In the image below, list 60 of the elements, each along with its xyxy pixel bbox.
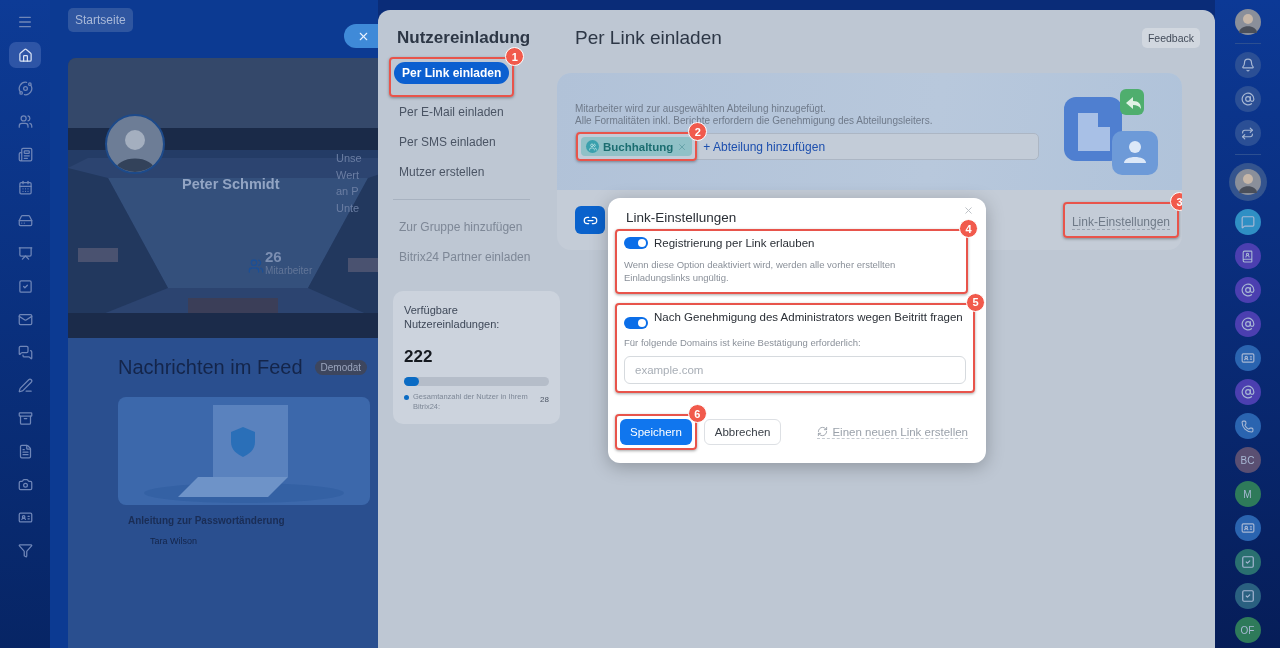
contact-book-icon[interactable] (1234, 243, 1261, 269)
option-label: Nach Genehmigung des Administrators wegen Beitritt fragen (654, 309, 963, 324)
toggle-switch[interactable] (624, 316, 648, 329)
about-text: Wert (336, 167, 361, 183)
profile-name: Peter Schmidt (182, 176, 280, 192)
annotation-badge: 4 (959, 219, 978, 238)
option-label: Registrierung per Link erlauben (654, 236, 815, 251)
quota-title: Verfügbare Nutzereinladungen: (404, 303, 501, 331)
feed-title: Nachrichten im Feed (118, 356, 303, 379)
chat-icon[interactable] (1234, 209, 1261, 235)
group-icon (586, 140, 599, 153)
post-title: Anleitung zur Passwortänderung (128, 515, 286, 526)
about-text: Unte (336, 201, 361, 217)
users-icon (248, 258, 264, 274)
description-text: Mitarbeiter wird zur ausgewählten Abteilung hinzugefügt. (575, 103, 827, 115)
home-icon[interactable] (9, 42, 41, 68)
initials-avatar[interactable]: BC (1234, 447, 1261, 473)
swap-chat-icon[interactable] (1234, 120, 1261, 146)
dialog-title: Link-Einstellungen (626, 210, 737, 225)
toggle-switch[interactable] (624, 237, 648, 249)
employee-count: 26 (265, 248, 283, 265)
nav-item[interactable]: Mutzer erstellen (389, 157, 495, 187)
option-hint: Für folgende Domains ist keine Bestätigung erforderlich: (624, 335, 862, 349)
annotation-badge: 1 (505, 47, 525, 66)
bell-icon[interactable] (1234, 52, 1261, 78)
cancel-button[interactable]: Abbrechen (703, 419, 782, 445)
avatar[interactable] (1234, 9, 1261, 35)
breadcrumb-button[interactable]: Startseite (68, 8, 133, 32)
refresh-icon (817, 426, 829, 437)
checkbox-icon[interactable] (1234, 583, 1261, 609)
phone-icon[interactable] (1234, 413, 1261, 439)
post-author: Tara Wilson (150, 536, 198, 546)
option-hint: Wenn diese Option deaktiviert wird, werden alle vorher erstellten Einladungslinks ungültig. (624, 257, 897, 285)
initials-avatar[interactable]: OF (1234, 617, 1261, 643)
quota-count: 222 (404, 347, 434, 367)
annotation-badge: 5 (966, 292, 985, 312)
demo-tag: Demodat (314, 360, 368, 375)
new-link-link[interactable]: Einen neuen Link erstellen (817, 425, 968, 439)
legend-total: 28 (540, 395, 549, 404)
add-department-link[interactable]: + Abteilung hinzufügen (703, 139, 826, 154)
copy-link-button[interactable] (575, 206, 605, 234)
annotation-badge: 3 (1170, 192, 1182, 211)
nav-title: Nutzereinladung (397, 28, 532, 48)
about-text: Unse (336, 151, 362, 166)
annotation-badge: 6 (687, 404, 707, 423)
nav-item[interactable]: Per SMS einladen (389, 127, 506, 157)
initials-avatar[interactable]: M (1234, 481, 1261, 507)
nav-item[interactable]: Per E-Mail einladen (389, 97, 514, 127)
save-button[interactable]: Speichern (620, 419, 692, 445)
link-settings-link[interactable]: Link-Einstellungen (1071, 215, 1170, 230)
nav-item[interactable]: Per Link einladen (394, 62, 510, 84)
id-card-icon[interactable] (1234, 345, 1261, 371)
department-tag[interactable]: Buchhaltung (581, 137, 693, 156)
id-card-icon[interactable] (1234, 515, 1261, 541)
legend-dot (404, 395, 409, 400)
domain-input[interactable]: example.com (624, 356, 966, 384)
page-title: Per Link einladen (574, 27, 722, 49)
checkbox-icon[interactable] (1234, 549, 1261, 575)
feedback-button[interactable]: Feedback (1141, 28, 1200, 48)
tag-label: Buchhaltung (603, 140, 674, 153)
